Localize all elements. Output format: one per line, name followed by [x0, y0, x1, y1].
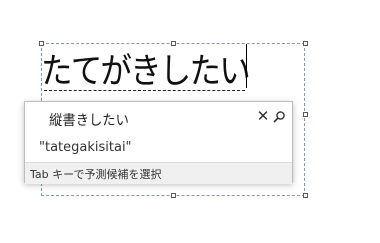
- text-caret: [246, 44, 247, 88]
- resize-handle-middle-right[interactable]: [303, 112, 308, 117]
- prediction-candidate[interactable]: 縦書きしたい: [49, 110, 129, 130]
- resize-handle-top-center[interactable]: [171, 41, 176, 46]
- ime-prediction-popup: 縦書きしたい ✕ "tategakisitai" Tab キーで予測候補を選択: [24, 101, 293, 184]
- composition-underline: [44, 90, 245, 91]
- resize-handle-bottom-right[interactable]: [303, 193, 308, 198]
- resize-handle-bottom-center[interactable]: [171, 193, 176, 198]
- reading-text: "tategakisitai": [39, 140, 132, 155]
- resize-handle-top-left[interactable]: [39, 41, 44, 46]
- close-icon[interactable]: ✕: [255, 108, 271, 124]
- resize-handle-top-right[interactable]: [303, 41, 308, 46]
- composition-text: たてがきしたい: [41, 52, 251, 92]
- hint-bar: Tab キーで予測候補を選択: [25, 162, 292, 184]
- hint-text: Tab キーで予測候補を選択: [30, 168, 162, 181]
- search-icon[interactable]: [272, 109, 286, 123]
